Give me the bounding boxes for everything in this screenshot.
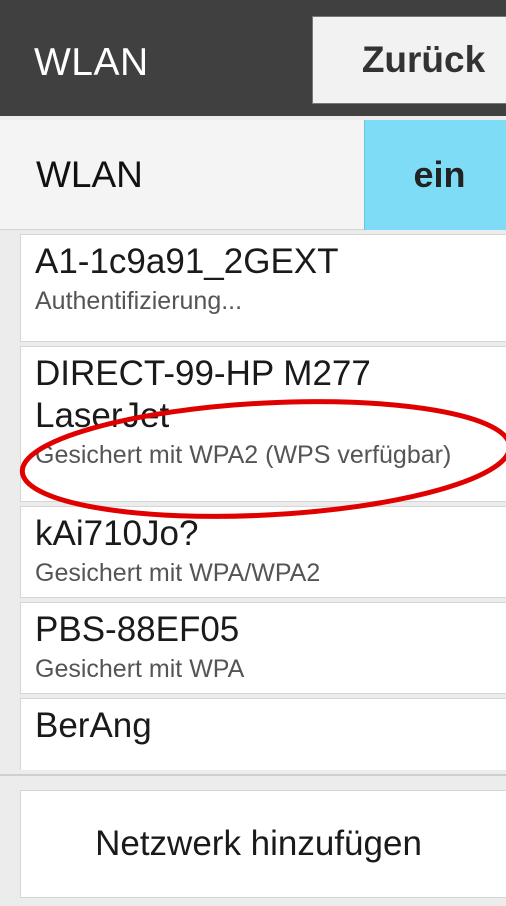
back-button-label: Zurück [361,39,486,80]
network-name: BerAng [35,706,152,745]
network-name: PBS-88EF05 [35,610,240,649]
wlan-toggle-label: WLAN [36,154,143,195]
network-status: Gesichert mit WPA [35,655,245,683]
add-network-label: Netzwerk hinzufügen [95,824,422,863]
network-status: Authentifizierung... [35,287,243,315]
network-name: A1-1c9a91_2GEXT [35,242,339,281]
network-name: DIRECT-99-HP M277 LaserJet [35,354,371,435]
network-status: Gesichert mit WPA/WPA2 [35,559,321,587]
page-title: WLAN [34,41,149,84]
wlan-toggle-row[interactable]: WLAN ein [0,120,506,230]
back-button[interactable]: Zurück [312,16,506,104]
network-item[interactable]: A1-1c9a91_2GEXT Authentifizierung... [20,234,506,342]
header-bar: WLAN Zurück [0,0,506,116]
network-name: kAi710Jo? [35,514,199,553]
wlan-settings-screen: WLAN Zurück WLAN ein A1-1c9a91_2GEXT Aut… [0,0,506,906]
network-item[interactable]: kAi710Jo? Gesichert mit WPA/WPA2 [20,506,506,598]
network-item[interactable]: PBS-88EF05 Gesichert mit WPA [20,602,506,694]
wlan-toggle-switch[interactable]: ein [364,120,506,230]
network-status: Gesichert mit WPA2 (WPS verfügbar) [35,441,452,469]
wlan-toggle-state: ein [413,154,466,195]
network-item[interactable]: BerAng [20,698,506,770]
network-list[interactable]: A1-1c9a91_2GEXT Authentifizierung... DIR… [20,234,506,770]
add-network-button[interactable]: Netzwerk hinzufügen [20,790,506,898]
network-item[interactable]: DIRECT-99-HP M277 LaserJet Gesichert mit… [20,346,506,502]
bottom-panel: Netzwerk hinzufügen [0,776,506,906]
